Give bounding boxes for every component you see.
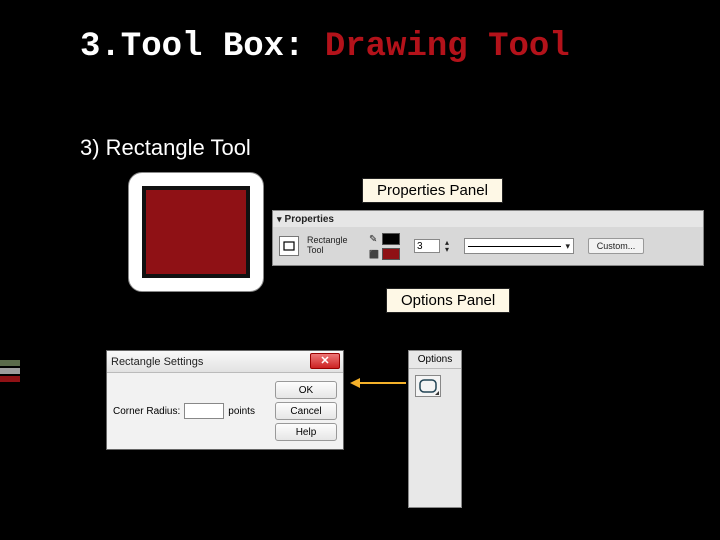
page-title: 3.Tool Box: Drawing Tool	[80, 28, 570, 66]
tool-type-dropdown[interactable]	[279, 236, 299, 256]
arrow-annotation	[350, 378, 406, 388]
tool-name-label: Rectangle Tool	[307, 236, 353, 256]
properties-panel-body: Rectangle Tool ▴▾ Solid ▾ Custom...	[273, 227, 703, 265]
rectangle-settings-dialog: Rectangle Settings ✕ Corner Radius: poin…	[106, 350, 344, 450]
properties-panel-header[interactable]: ▾ Properties	[273, 211, 703, 227]
pencil-icon	[369, 234, 379, 244]
title-suffix: Drawing Tool	[325, 28, 570, 66]
properties-panel-label: Properties Panel	[362, 178, 503, 203]
options-panel-label: Options Panel	[386, 288, 510, 313]
cancel-button[interactable]: Cancel	[275, 402, 337, 420]
corner-radius-unit: points	[228, 406, 255, 417]
properties-header-text: Properties	[285, 214, 334, 225]
ok-button[interactable]: OK	[275, 381, 337, 399]
options-panel-header: Options	[409, 351, 461, 369]
properties-panel: ▾ Properties Rectangle Tool ▴▾ Solid	[272, 210, 704, 266]
stroke-thickness-field: ▴▾	[414, 239, 452, 253]
stroke-thickness-input[interactable]	[414, 239, 440, 253]
collapse-triangle-icon: ▾	[277, 214, 282, 225]
dialog-title: Rectangle Settings	[111, 356, 203, 368]
corner-radius-label: Corner Radius:	[113, 406, 180, 417]
custom-stroke-button[interactable]: Custom...	[588, 238, 644, 254]
close-icon: ✕	[320, 356, 329, 367]
rectangle-tool-preview	[128, 172, 264, 292]
stroke-color-swatch[interactable]	[382, 233, 400, 245]
stroke-style-preview-icon	[468, 246, 561, 247]
thickness-stepper[interactable]: ▴▾	[442, 239, 452, 253]
fill-color-swatch[interactable]	[382, 248, 400, 260]
options-panel: Options	[408, 350, 462, 508]
slide-accent-bars	[0, 360, 20, 384]
dialog-titlebar[interactable]: Rectangle Settings ✕	[107, 351, 343, 373]
round-rectangle-option-button[interactable]	[415, 375, 441, 397]
section-subtitle: 3) Rectangle Tool	[80, 135, 251, 161]
color-swatch-group	[369, 233, 400, 260]
dialog-close-button[interactable]: ✕	[310, 353, 340, 369]
paint-bucket-icon	[369, 249, 379, 259]
corner-radius-input[interactable]	[184, 403, 224, 419]
rectangle-shape	[142, 186, 250, 278]
chevron-down-icon: ▾	[565, 241, 570, 252]
help-button[interactable]: Help	[275, 423, 337, 441]
title-prefix: 3.Tool Box:	[80, 28, 325, 66]
submenu-indicator-icon	[435, 391, 439, 395]
stroke-style-dropdown[interactable]: Solid ▾	[464, 238, 574, 254]
